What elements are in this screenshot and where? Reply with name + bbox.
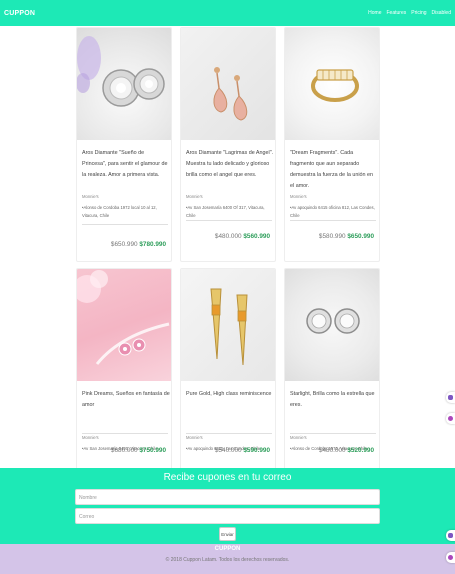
divider (186, 433, 272, 434)
product-card[interactable]: "Dream Fragments". Cada fragmento que au… (284, 27, 380, 262)
product-card[interactable]: Aros Diamante "Sueño de Princesa", para … (76, 27, 172, 262)
store-name: Monnie's (82, 194, 99, 199)
widget-icon (448, 395, 453, 400)
new-price: $750.990 (139, 447, 166, 454)
widget-icon (448, 416, 453, 421)
store-name: Monnie's (186, 435, 203, 440)
store-address-text: Av San Josemaría 6400 Of 317, Vitacura, … (186, 205, 265, 218)
store-name: Monnie's (186, 194, 203, 199)
divider (82, 224, 168, 225)
email-placeholder: Correo (79, 514, 95, 520)
old-price: $650.990 (110, 241, 138, 248)
email-input[interactable]: Correo (75, 508, 380, 524)
divider (186, 220, 272, 221)
divider (290, 433, 376, 434)
nav-link-features[interactable]: Features (387, 10, 407, 16)
product-title: Aros Diamante "Sueño de Princesa", para … (82, 150, 168, 178)
diamond-stud-earrings-image (77, 28, 171, 140)
subscribe-heading: Recibe cupones en tu correo (163, 472, 292, 483)
store-name: Monnie's (82, 435, 99, 440)
footer-brand: CUPPON (214, 546, 241, 552)
product-title: Pure Gold, High class reminiscence (186, 391, 272, 397)
copyright: © 2018 Cuppon Latam. Todos los derechos … (165, 557, 290, 563)
old-price: $480.000 (214, 233, 242, 240)
submit-button[interactable]: Enviar (219, 527, 236, 541)
old-price: $480.000 (318, 447, 346, 454)
price-group: $480.000 $520.990 (319, 447, 374, 454)
product-card[interactable]: Aros Diamante "Lagrimas de Angel". Muest… (180, 27, 276, 262)
name-placeholder: Nombre (79, 495, 97, 501)
navbar: CUPPON Home Features Pricing Disabled (0, 0, 455, 26)
teardrop-gold-earrings-image (181, 28, 275, 140)
old-price: $680.000 (110, 447, 138, 454)
side-widget-button-top[interactable] (446, 392, 455, 403)
new-price: $650.990 (347, 233, 374, 240)
price-group: $480.000 $560.990 (215, 233, 270, 240)
new-price: $780.990 (139, 241, 166, 248)
gold-topaz-earrings-image (181, 269, 275, 381)
product-title: Pink Dreams, Sueños en fantasía de amor (82, 391, 170, 408)
store-name: Monnie's (290, 194, 307, 199)
price-group: $680.000 $750.990 (111, 447, 166, 454)
nav-link-home[interactable]: Home (368, 10, 381, 16)
store-address: •Alonso de Cordoba 1972 local 10 al 12, … (82, 205, 157, 218)
old-price: $580.990 (318, 233, 346, 240)
price-group: $650.990 $780.990 (111, 241, 166, 248)
brand-logo[interactable]: CUPPON (4, 10, 35, 17)
store-name: Monnie's (290, 435, 307, 440)
new-price: $590.990 (243, 447, 270, 454)
widget-icon (448, 555, 453, 560)
footer: CUPPON © 2018 Cuppon Latam. Todos los de… (0, 544, 455, 574)
store-address-text: Alonso de Cordoba 1972 local 10 al 12, V… (82, 205, 157, 218)
nav-links: Home Features Pricing Disabled (368, 10, 451, 16)
price-group: $580.990 $650.990 (319, 233, 374, 240)
old-price: $540.000 (214, 447, 242, 454)
product-title: Starlight, Brilla como la estrella que e… (290, 391, 375, 408)
new-price: $560.990 (243, 233, 270, 240)
store-address: •Av apoquindo 6415 oficina 812, Las Cond… (290, 205, 375, 218)
divider (290, 220, 376, 221)
store-address-text: Av apoquindo 6415 oficina 812, Las Conde… (290, 205, 375, 218)
gold-baguette-ring-image (285, 28, 379, 140)
pink-flower-earrings-image (77, 269, 171, 381)
nav-link-disabled[interactable]: Disabled (432, 10, 451, 16)
widget-icon (448, 533, 453, 538)
divider (82, 433, 168, 434)
price-group: $540.000 $590.990 (215, 447, 270, 454)
silver-halo-earrings-image (285, 269, 379, 381)
nav-link-pricing[interactable]: Pricing (411, 10, 426, 16)
store-address: •Av San Josemaría 6400 Of 317, Vitacura,… (186, 205, 265, 218)
new-price: $520.990 (347, 447, 374, 454)
product-title: Aros Diamante "Lagrimas de Angel". Muest… (186, 150, 274, 178)
side-widget-button-last[interactable] (446, 552, 455, 563)
side-widget-button-mid[interactable] (446, 413, 455, 424)
product-title: "Dream Fragments". Cada fragmento que au… (290, 150, 374, 189)
side-widget-button-bottom[interactable] (446, 530, 455, 541)
name-input[interactable]: Nombre (75, 489, 380, 505)
